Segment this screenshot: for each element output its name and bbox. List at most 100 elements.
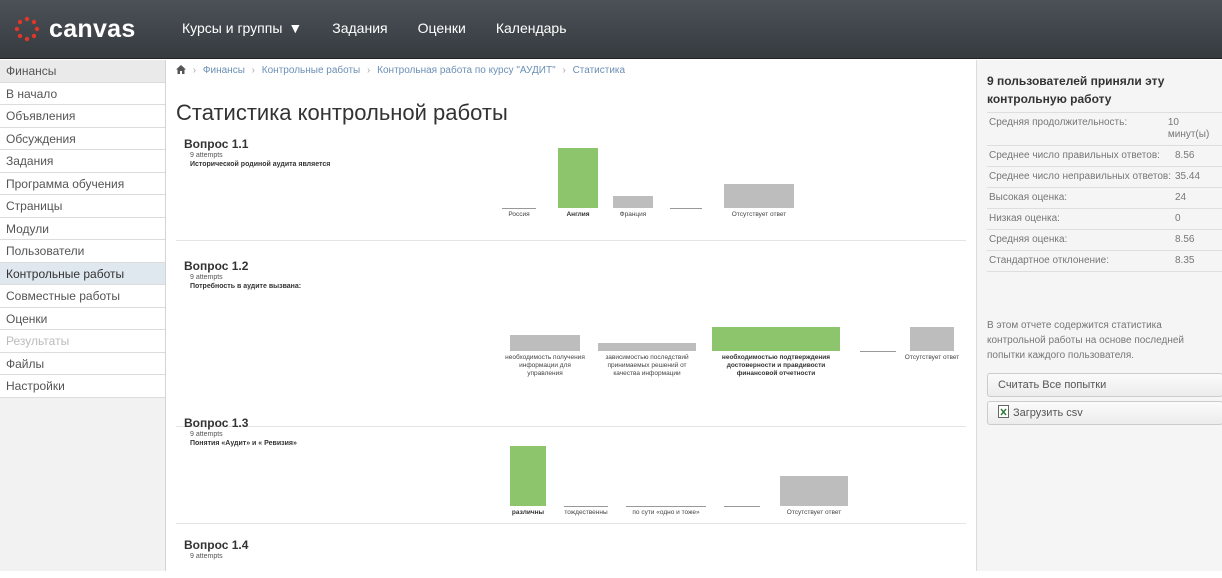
stat-row: Среднее число неправильных ответов: 35.44 — [987, 166, 1222, 187]
stat-row: Низкая оценка: 0 — [987, 208, 1222, 229]
chevron-down-icon: ▼ — [288, 20, 303, 36]
answer-bar-empty — [860, 351, 896, 352]
stat-value: 8.56 — [1175, 234, 1195, 245]
answer-bar-empty — [724, 506, 760, 507]
stat-label: Среднее число правильных ответов: — [989, 150, 1160, 161]
sidebar-item-assignments[interactable]: Задания — [0, 150, 165, 173]
answer-label: Англия — [566, 211, 590, 218]
stat-row: Среднее число правильных ответов: 8.56 — [987, 145, 1222, 166]
answer-label: по сути «одно и тоже» — [632, 509, 700, 516]
breadcrumb-separator: › — [192, 65, 197, 76]
answer-bar-empty — [502, 208, 536, 209]
nav-calendar[interactable]: Календарь — [496, 20, 567, 36]
answer-label: необходимостью подтверждения достовернос… — [721, 354, 831, 377]
answer-bar — [598, 343, 696, 351]
stat-label: Среднее число неправильных ответов: — [989, 171, 1171, 182]
breadcrumb-current: Статистика — [572, 65, 626, 76]
stat-label: Средняя продолжительность: — [989, 117, 1128, 128]
answer-bar — [510, 446, 546, 506]
global-nav: Курсы и группы ▼ Задания Оценки Календарь — [182, 20, 567, 36]
stat-value: 24 — [1175, 192, 1187, 203]
stat-label: Средняя оценка: — [989, 234, 1068, 245]
answer-bar — [558, 148, 598, 208]
answer-label: Отсутствует ответ — [786, 509, 842, 516]
question-block-1-4: Вопрос 1.4 9 attempts — [176, 538, 966, 578]
sidebar-item-settings[interactable]: Настройки — [0, 375, 165, 398]
answer-label: зависимостью последствий принимаемых реш… — [605, 354, 689, 377]
sidebar-item-home[interactable]: В начало — [0, 82, 165, 105]
answer-label: необходимость получения информации для у… — [505, 354, 585, 377]
nav-grades[interactable]: Оценки — [418, 20, 466, 36]
nav-courses-label: Курсы и группы — [182, 20, 283, 36]
sidebar-item-collaborations[interactable]: Совместные работы — [0, 285, 165, 308]
stat-row: Средняя оценка: 8.56 — [987, 229, 1222, 250]
sidebar-item-quizzes[interactable]: Контрольные работы — [0, 262, 165, 285]
stat-row: Высокая оценка: 24 — [987, 187, 1222, 208]
question-title: Вопрос 1.2 — [184, 259, 249, 273]
sidebar-item-outcomes: Результаты — [0, 330, 165, 353]
canvas-logo-icon — [14, 16, 40, 42]
sidebar-item-syllabus[interactable]: Программа обучения — [0, 172, 165, 195]
summary-note: В этом отчете содержится статистика конт… — [987, 320, 1184, 361]
breadcrumb-separator: › — [251, 65, 256, 76]
breadcrumb-separator: › — [562, 65, 566, 76]
stat-value: 35.44 — [1175, 171, 1201, 182]
quiz-summary-panel: 9 пользователей приняли эту контрольную … — [976, 60, 1222, 571]
question-attempts: 9 attempts — [190, 274, 223, 281]
course-sidebar: Финансы В начало Объявления Обсуждения З… — [0, 60, 166, 571]
breadcrumb-quiz[interactable]: Контрольная работа по курсу "АУДИТ" — [377, 65, 556, 76]
question-attempts: 9 attempts — [190, 431, 223, 438]
answer-bar — [510, 335, 580, 351]
stat-value: 8.56 — [1175, 150, 1195, 161]
answer-bar — [780, 476, 848, 506]
question-text: Потребность в аудите вызвана: — [190, 283, 302, 290]
stat-row: Средняя продолжительность: 10 минут(ы) — [987, 112, 1222, 145]
download-csv-label: Загрузить csv — [1013, 407, 1083, 419]
breadcrumb-course[interactable]: Финансы — [203, 65, 245, 76]
sidebar-item-announcements[interactable]: Объявления — [0, 105, 165, 128]
answer-bar — [712, 327, 840, 351]
answer-bar-empty — [564, 506, 608, 507]
answer-label: Отсутствует ответ — [904, 354, 960, 361]
count-all-attempts-button[interactable]: Считать Все попытки — [987, 373, 1222, 397]
stat-label: Высокая оценка: — [989, 192, 1068, 203]
question-block-1-3: Вопрос 1.3 9 attempts Понятия «Аудит» и … — [176, 416, 966, 524]
answer-bar — [724, 184, 794, 208]
spreadsheet-icon — [998, 405, 1009, 418]
stat-row: Стандартное отклонение: 8.35 — [987, 250, 1222, 272]
nav-courses-menu[interactable]: Курсы и группы ▼ — [182, 20, 302, 36]
summary-stats-table: Средняя продолжительность: 10 минут(ы) Ср… — [987, 112, 1222, 272]
top-bar: canvas Курсы и группы ▼ Задания Оценки Ка… — [0, 0, 1222, 59]
breadcrumb-separator: › — [367, 65, 371, 76]
stat-value: 8.35 — [1175, 255, 1195, 266]
answer-label: различны — [511, 509, 545, 516]
breadcrumb-quizzes[interactable]: Контрольные работы — [262, 65, 360, 76]
sidebar-item-pages[interactable]: Страницы — [0, 195, 165, 218]
answer-label: Франция — [619, 211, 647, 218]
answer-bar-empty — [626, 506, 706, 507]
sidebar-item-grades[interactable]: Оценки — [0, 307, 165, 330]
canvas-logo[interactable]: canvas — [14, 14, 136, 44]
stat-label: Стандартное отклонение: — [989, 255, 1109, 266]
home-icon[interactable] — [176, 65, 186, 74]
sidebar-item-files[interactable]: Файлы — [0, 352, 165, 375]
answer-label: Россия — [508, 211, 530, 218]
answer-bar — [910, 327, 954, 351]
question-attempts: 9 attempts — [190, 553, 223, 560]
stat-value: 0 — [1175, 213, 1181, 224]
answer-label: тождественны — [564, 509, 608, 516]
summary-title: 9 пользователей приняли эту контрольную … — [987, 74, 1165, 106]
main-content: › Финансы › Контрольные работы › Контрол… — [166, 60, 976, 571]
sidebar-course-title[interactable]: Финансы — [0, 60, 165, 83]
answer-bar — [613, 196, 653, 208]
nav-assignments[interactable]: Задания — [332, 20, 387, 36]
sidebar-item-modules[interactable]: Модули — [0, 217, 165, 240]
question-title: Вопрос 1.4 — [184, 538, 249, 552]
breadcrumb: › Финансы › Контрольные работы › Контрол… — [176, 65, 625, 76]
logo-text: canvas — [49, 14, 136, 43]
download-csv-button[interactable]: Загрузить csv — [987, 401, 1222, 425]
sidebar-item-people[interactable]: Пользователи — [0, 240, 165, 263]
sidebar-item-discussions[interactable]: Обсуждения — [0, 127, 165, 150]
answer-label: Отсутствует ответ — [731, 211, 787, 218]
page-title: Статистика контрольной работы — [176, 100, 508, 125]
